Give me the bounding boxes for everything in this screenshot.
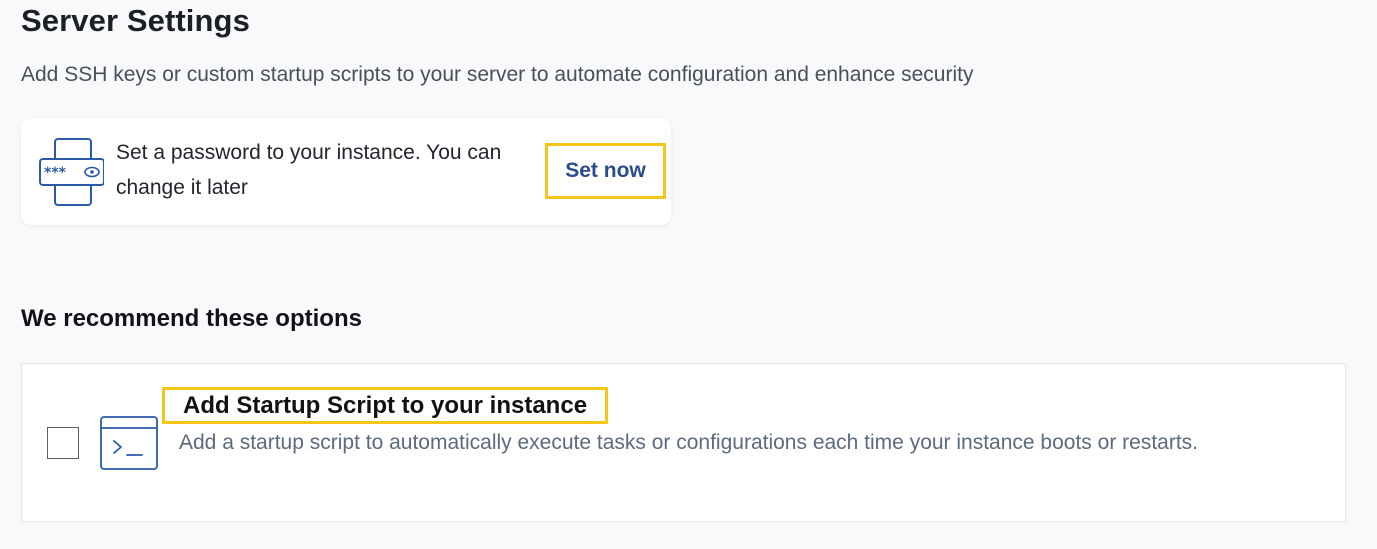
startup-script-checkbox[interactable] (47, 427, 79, 459)
startup-script-description: Add a startup script to automatically ex… (179, 431, 1198, 454)
password-prompt-text: Set a password to your instance. You can… (116, 141, 502, 199)
startup-script-title: Add Startup Script to your instance (162, 387, 609, 424)
page-subtitle: Add SSH keys or custom startup scripts t… (21, 63, 974, 86)
set-now-button[interactable]: Set now (545, 143, 666, 199)
terminal-icon (100, 416, 158, 470)
startup-script-option: Add Startup Script to your instance Add … (21, 363, 1346, 522)
password-device-icon: *** (38, 137, 105, 207)
page-title: Server Settings (21, 3, 250, 38)
password-card: *** Set a password to your instance. You… (21, 118, 671, 225)
server-settings-page: Server Settings Add SSH keys or custom s… (0, 0, 1377, 549)
svg-text:***: *** (44, 165, 67, 181)
recommendations-heading: We recommend these options (21, 305, 362, 332)
